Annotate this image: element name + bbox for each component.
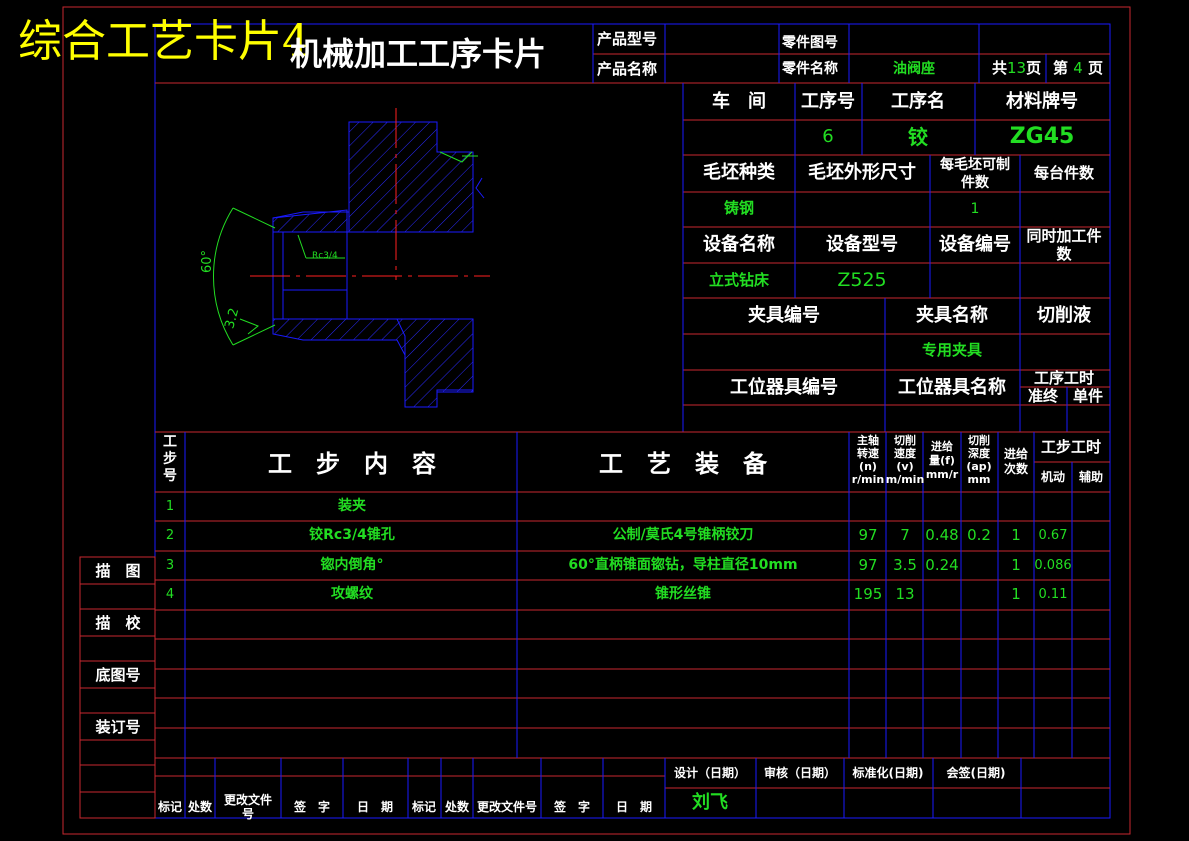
equip-model-label: 设备型号 (826, 234, 898, 255)
op-name-label: 工序名 (891, 91, 945, 112)
part-sketch (212, 108, 490, 408)
part-drawing-label: 零件图号 (782, 35, 838, 51)
fixture-name-label: 夹具名称 (916, 305, 988, 326)
step-content-header: 工 步 内 容 (268, 450, 436, 478)
machine-time-header: 机动 (1040, 470, 1066, 484)
step-feed: 0.24 (925, 556, 959, 574)
step-equipment: 公制/莫氏4号锥柄铰刀 (612, 527, 754, 543)
op-name-value: 铰 (908, 125, 928, 149)
speed-header: 切削 速度 (v) m/min (885, 434, 925, 486)
step-machine-time: 0.086 (1034, 558, 1072, 573)
part-name-label: 零件名称 (782, 61, 838, 77)
footer-design: 设计（日期） (673, 766, 747, 780)
footer-sign-2: 签 字 (553, 800, 591, 814)
total-pages-value: 13 (1007, 59, 1027, 77)
op-time-label: 工序工时 (1033, 369, 1095, 387)
unit-label: 单件 (1072, 387, 1104, 405)
step-content: 装夹 (338, 498, 366, 514)
step-content: 铰Rc3/4锥孔 (309, 527, 395, 543)
step-speed: 13 (895, 585, 915, 603)
step-machine-time: 0.11 (1038, 587, 1068, 602)
feed-header: 进给 量(f) mm/r (925, 440, 959, 481)
op-no-label: 工序号 (801, 91, 855, 112)
footer-date: 日 期 (356, 800, 394, 814)
step-equipment: 60°直柄锥面锪钻，导柱直径10mm (568, 557, 798, 573)
side-draw-label: 描 图 (95, 562, 141, 580)
fixture-no-label: 夹具编号 (748, 305, 820, 326)
step-no: 2 (165, 528, 175, 543)
coolant-label: 切削液 (1037, 305, 1091, 326)
workshop-label: 车 间 (712, 91, 766, 112)
equip-name-value: 立式钻床 (708, 271, 770, 289)
step-no-header: 工步号 (163, 434, 177, 484)
footer-count-2: 处数 (444, 800, 470, 814)
equip-name-label: 设备名称 (703, 234, 775, 255)
step-content: 锪内倒角° (320, 557, 384, 573)
step-time-header: 工步工时 (1040, 438, 1102, 456)
footer-change-doc-2: 更改文件号 (476, 800, 538, 814)
footer-change-doc: 更改文件号 (223, 793, 273, 821)
card-title: 机械加工工序卡片 (290, 35, 547, 73)
step-speed: 7 (900, 526, 910, 544)
equip-no-label: 设备编号 (939, 234, 1011, 255)
footer-date-2: 日 期 (615, 800, 653, 814)
per-blank-label: 每毛坯可制 件数 (940, 157, 1010, 191)
step-no: 3 (165, 558, 175, 573)
per-blank-value: 1 (970, 201, 980, 217)
material-value: ZG45 (1009, 124, 1075, 149)
passes-header: 进给 次数 (1003, 447, 1029, 476)
footer-countersign: 会签(日期) (946, 766, 1006, 780)
side-check-label: 描 校 (95, 614, 141, 632)
op-no-value: 6 (822, 126, 834, 147)
angle-annotation: 60° (200, 249, 216, 274)
footer-standard: 标准化(日期) (852, 766, 924, 780)
step-content: 攻螺纹 (331, 586, 373, 602)
equip-model-value: Z525 (837, 269, 887, 291)
step-no: 4 (165, 587, 175, 602)
total-pages: 共13页 (992, 59, 1042, 77)
station-no-label: 工位器具编号 (730, 377, 838, 398)
designer-name: 刘飞 (692, 792, 728, 813)
thread-annotation: Rc3/4 (312, 251, 338, 261)
step-passes: 1 (1011, 585, 1021, 603)
step-spindle: 97 (858, 556, 878, 574)
footer-review: 审核（日期） (763, 766, 837, 780)
blank-type-value: 铸钢 (723, 199, 755, 217)
blank-size-label: 毛坯外形尺寸 (808, 162, 916, 183)
aux-time-header: 辅助 (1078, 470, 1104, 484)
step-speed: 3.5 (893, 556, 917, 574)
material-label: 材料牌号 (1006, 91, 1078, 112)
banner-title: 综合工艺卡片4 (18, 16, 310, 67)
per-unit-label: 每台件数 (1033, 164, 1095, 182)
footer-sign: 签 字 (293, 800, 331, 814)
side-base-no-label: 底图号 (95, 666, 141, 684)
depth-header: 切削 深度 (ap) mm (966, 434, 992, 486)
spindle-header: 主轴 转速 (n) r/min (851, 434, 885, 486)
step-spindle: 97 (858, 526, 878, 544)
step-depth: 0.2 (967, 526, 991, 544)
product-name-label: 产品名称 (597, 60, 658, 78)
side-bind-no-label: 装订号 (95, 718, 141, 736)
simul-label: 同时加工件数 (1026, 227, 1102, 263)
step-passes: 1 (1011, 556, 1021, 574)
step-feed: 0.48 (925, 526, 959, 544)
step-machine-time: 0.67 (1038, 528, 1068, 543)
footer-count: 处数 (187, 800, 213, 814)
footer-mark: 标记 (157, 800, 183, 814)
page-number: 第 4 页 (1053, 59, 1104, 77)
step-equipment-header: 工 艺 装 备 (599, 450, 767, 478)
step-passes: 1 (1011, 526, 1021, 544)
blank-type-label: 毛坯种类 (703, 162, 775, 183)
step-equipment: 锥形丝锥 (655, 586, 711, 602)
page-number-value: 4 (1073, 59, 1083, 77)
prep-label: 准终 (1027, 387, 1059, 405)
product-model-label: 产品型号 (597, 30, 658, 48)
station-name-label: 工位器具名称 (898, 377, 1006, 398)
step-spindle: 195 (853, 585, 883, 603)
step-no: 1 (165, 499, 175, 514)
footer-mark-2: 标记 (411, 800, 437, 814)
fixture-name-value: 专用夹具 (921, 341, 983, 359)
part-name-value: 油阀座 (893, 61, 935, 77)
